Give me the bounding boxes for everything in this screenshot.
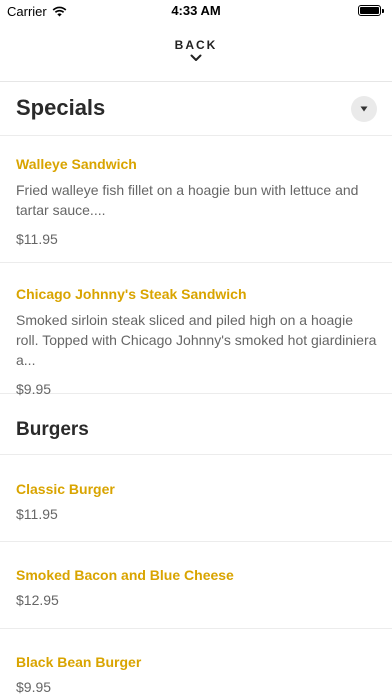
item-price: $12.95: [16, 592, 59, 608]
status-time: 4:33 AM: [171, 3, 221, 18]
section-title: Specials: [16, 95, 106, 120]
battery-icon: [358, 5, 384, 16]
back-label: BACK: [174, 38, 218, 52]
item-name: Walleye Sandwich: [16, 156, 137, 172]
section-title: Burgers: [16, 419, 89, 440]
battery-level: [360, 7, 379, 14]
chevron-down-icon: [190, 54, 202, 61]
back-button[interactable]: BACK: [175, 38, 218, 62]
item-description: Smoked sirloin steak sliced and piled hi…: [16, 312, 377, 368]
menu-item[interactable]: Chicago Johnny's Steak Sandwich Smoked s…: [0, 263, 392, 397]
item-name: Black Bean Burger: [16, 654, 142, 670]
menu-item[interactable]: Smoked Bacon and Blue Cheese $12.95: [0, 542, 392, 629]
section-header-burgers: Burgers: [0, 394, 392, 455]
item-description: Fried walleye fish fillet on a hoagie bu…: [16, 182, 359, 218]
item-price: $11.95: [16, 506, 58, 522]
menu-item[interactable]: Walleye Sandwich Fried walleye fish fill…: [0, 136, 392, 263]
item-name: Classic Burger: [16, 481, 115, 497]
menu-item[interactable]: Classic Burger $11.95: [0, 455, 392, 542]
top-nav: BACK: [0, 22, 392, 82]
menu-list: Specials Walleye Sandwich Fried walleye …: [0, 82, 392, 696]
item-name: Chicago Johnny's Steak Sandwich: [16, 286, 247, 302]
status-bar: Carrier 4:33 AM: [0, 0, 392, 22]
battery-tip: [382, 9, 384, 13]
caret-down-icon: [360, 106, 368, 112]
section-dropdown-button[interactable]: [351, 96, 377, 122]
menu-item[interactable]: Black Bean Burger $9.95: [0, 629, 392, 696]
item-name: Smoked Bacon and Blue Cheese: [16, 567, 234, 583]
item-price: $9.95: [16, 679, 52, 695]
section-header-specials: Specials: [0, 82, 392, 136]
item-price: $11.95: [16, 231, 58, 247]
